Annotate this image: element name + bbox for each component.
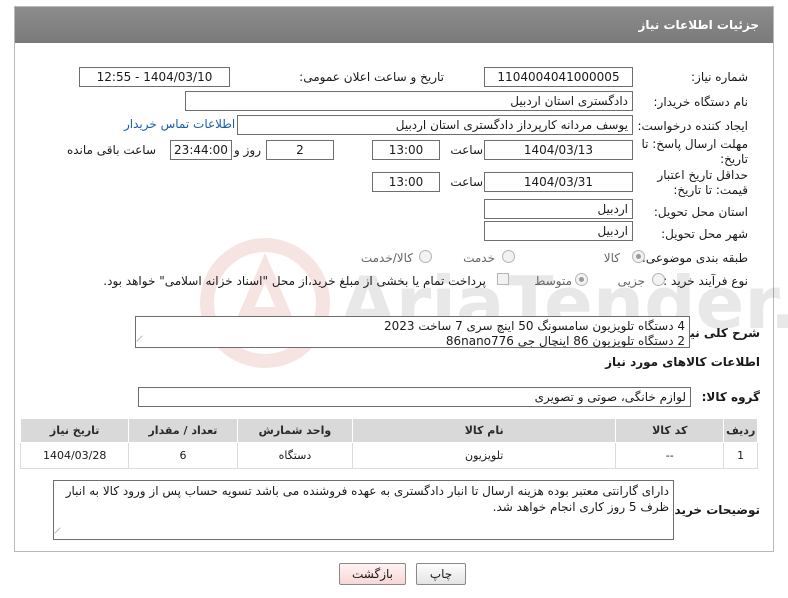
- process-label: نوع فرآیند خرید :: [663, 274, 748, 288]
- days-field[interactable]: 2: [266, 140, 334, 160]
- category-option-both: کالا/خدمت: [360, 251, 413, 265]
- category-label: طبقه بندی موضوعی:: [641, 251, 748, 265]
- summary-line-2: 2 دستگاه تلویزیون 86 اینچال جی 86nano776: [445, 334, 685, 348]
- cell-date: 1404/03/28: [19, 442, 130, 469]
- delivery-province-field[interactable]: اردبیل: [484, 199, 633, 219]
- cell-unit: دستگاه: [236, 442, 354, 469]
- cell-code: --: [615, 442, 725, 469]
- process-option-minor: جزیی: [617, 274, 645, 288]
- delivery-province-label: استان محل تحویل:: [653, 205, 748, 219]
- col-header-row: ردیف: [723, 418, 758, 443]
- buyer-notes-text: دارای گارانتی معتبر بوده هزینه ارسال تا …: [65, 484, 669, 514]
- reply-deadline-label: مهلت ارسال پاسخ: تا تاریخ:: [641, 137, 748, 166]
- cell-name: تلویزیون: [352, 442, 617, 469]
- validity-label: حداقل تاریخ اعتبار قیمت: تا تاریخ:: [657, 168, 748, 197]
- buyer-notes-textarea[interactable]: دارای گارانتی معتبر بوده هزینه ارسال تا …: [53, 480, 674, 540]
- category-option-service: خدمت: [463, 251, 495, 265]
- process-radio-medium[interactable]: [575, 273, 588, 286]
- goods-table: ردیف کد کالا نام کالا واحد شمارش تعداد /…: [19, 418, 758, 469]
- treasury-checkbox[interactable]: [497, 273, 509, 285]
- category-radio-both[interactable]: [419, 250, 432, 263]
- col-header-qty: تعداد / مقدار: [128, 418, 238, 443]
- buyer-org-field[interactable]: دادگستری استان اردبیل: [185, 91, 633, 111]
- category-option-goods: کالا: [603, 251, 620, 265]
- table-row[interactable]: 1 -- تلویزیون دستگاه 6 1404/03/28: [19, 442, 758, 469]
- announce-field[interactable]: 1404/03/10 - 12:55: [79, 67, 230, 87]
- validity-hour-label: ساعت: [450, 175, 483, 189]
- contact-info-link[interactable]: اطلاعات تماس خریدار: [124, 117, 235, 131]
- notes-resize-handle-icon[interactable]: [54, 527, 66, 539]
- reply-time-field[interactable]: 13:00: [372, 140, 440, 160]
- col-header-name: نام کالا: [352, 418, 617, 443]
- category-radio-goods[interactable]: [632, 250, 645, 263]
- goods-group-field[interactable]: لوازم خانگی، صوتی و تصویری: [138, 387, 691, 407]
- cell-qty: 6: [128, 442, 238, 469]
- back-button[interactable]: بازگشت: [339, 563, 406, 585]
- goods-info-title: اطلاعات کالاهای مورد نیاز: [605, 355, 760, 369]
- delivery-city-label: شهر محل تحویل:: [661, 227, 748, 241]
- remaining-label: ساعت باقی مانده: [66, 143, 156, 157]
- panel-title: جزئیات اطلاعات نیاز: [15, 7, 773, 43]
- process-option-medium: متوسط: [534, 274, 572, 288]
- category-radio-service[interactable]: [502, 250, 515, 263]
- summary-textarea[interactable]: 4 دستگاه تلویزیون سامسونگ 50 اینچ سری 7 …: [135, 316, 690, 348]
- delivery-city-field[interactable]: اردبیل: [484, 221, 633, 241]
- reply-hour-label: ساعت: [450, 143, 483, 157]
- validity-date-field[interactable]: 1404/03/31: [484, 172, 633, 192]
- col-header-date: تاریخ نیاز: [19, 418, 130, 443]
- process-radio-minor[interactable]: [652, 273, 665, 286]
- col-header-unit: واحد شمارش: [236, 418, 354, 443]
- cell-row-number: 1: [723, 442, 758, 469]
- goods-table-header: ردیف کد کالا نام کالا واحد شمارش تعداد /…: [19, 418, 758, 443]
- payment-note: پرداخت تمام یا بخشی از مبلغ خرید،از محل …: [103, 274, 486, 288]
- need-number-field[interactable]: 1104004041000005: [484, 67, 633, 87]
- need-number-label: شماره نیاز:: [691, 70, 748, 84]
- validity-time-field[interactable]: 13:00: [372, 172, 440, 192]
- days-label: روز و: [234, 143, 261, 157]
- creator-field[interactable]: یوسف مردانه کارپرداز دادگستری استان اردب…: [237, 115, 633, 135]
- summary-line-1: 4 دستگاه تلویزیون سامسونگ 50 اینچ سری 7 …: [383, 319, 685, 333]
- remaining-time-field[interactable]: 23:44:00: [170, 140, 232, 160]
- creator-label: ایجاد کننده درخواست:: [637, 119, 748, 133]
- print-button[interactable]: چاپ: [416, 563, 466, 585]
- announce-label: تاریخ و ساعت اعلان عمومی:: [299, 70, 444, 84]
- goods-group-label: گروه کالا:: [701, 390, 760, 404]
- reply-date-field[interactable]: 1404/03/13: [484, 140, 633, 160]
- buyer-org-label: نام دستگاه خریدار:: [653, 95, 749, 109]
- col-header-code: کد کالا: [615, 418, 725, 443]
